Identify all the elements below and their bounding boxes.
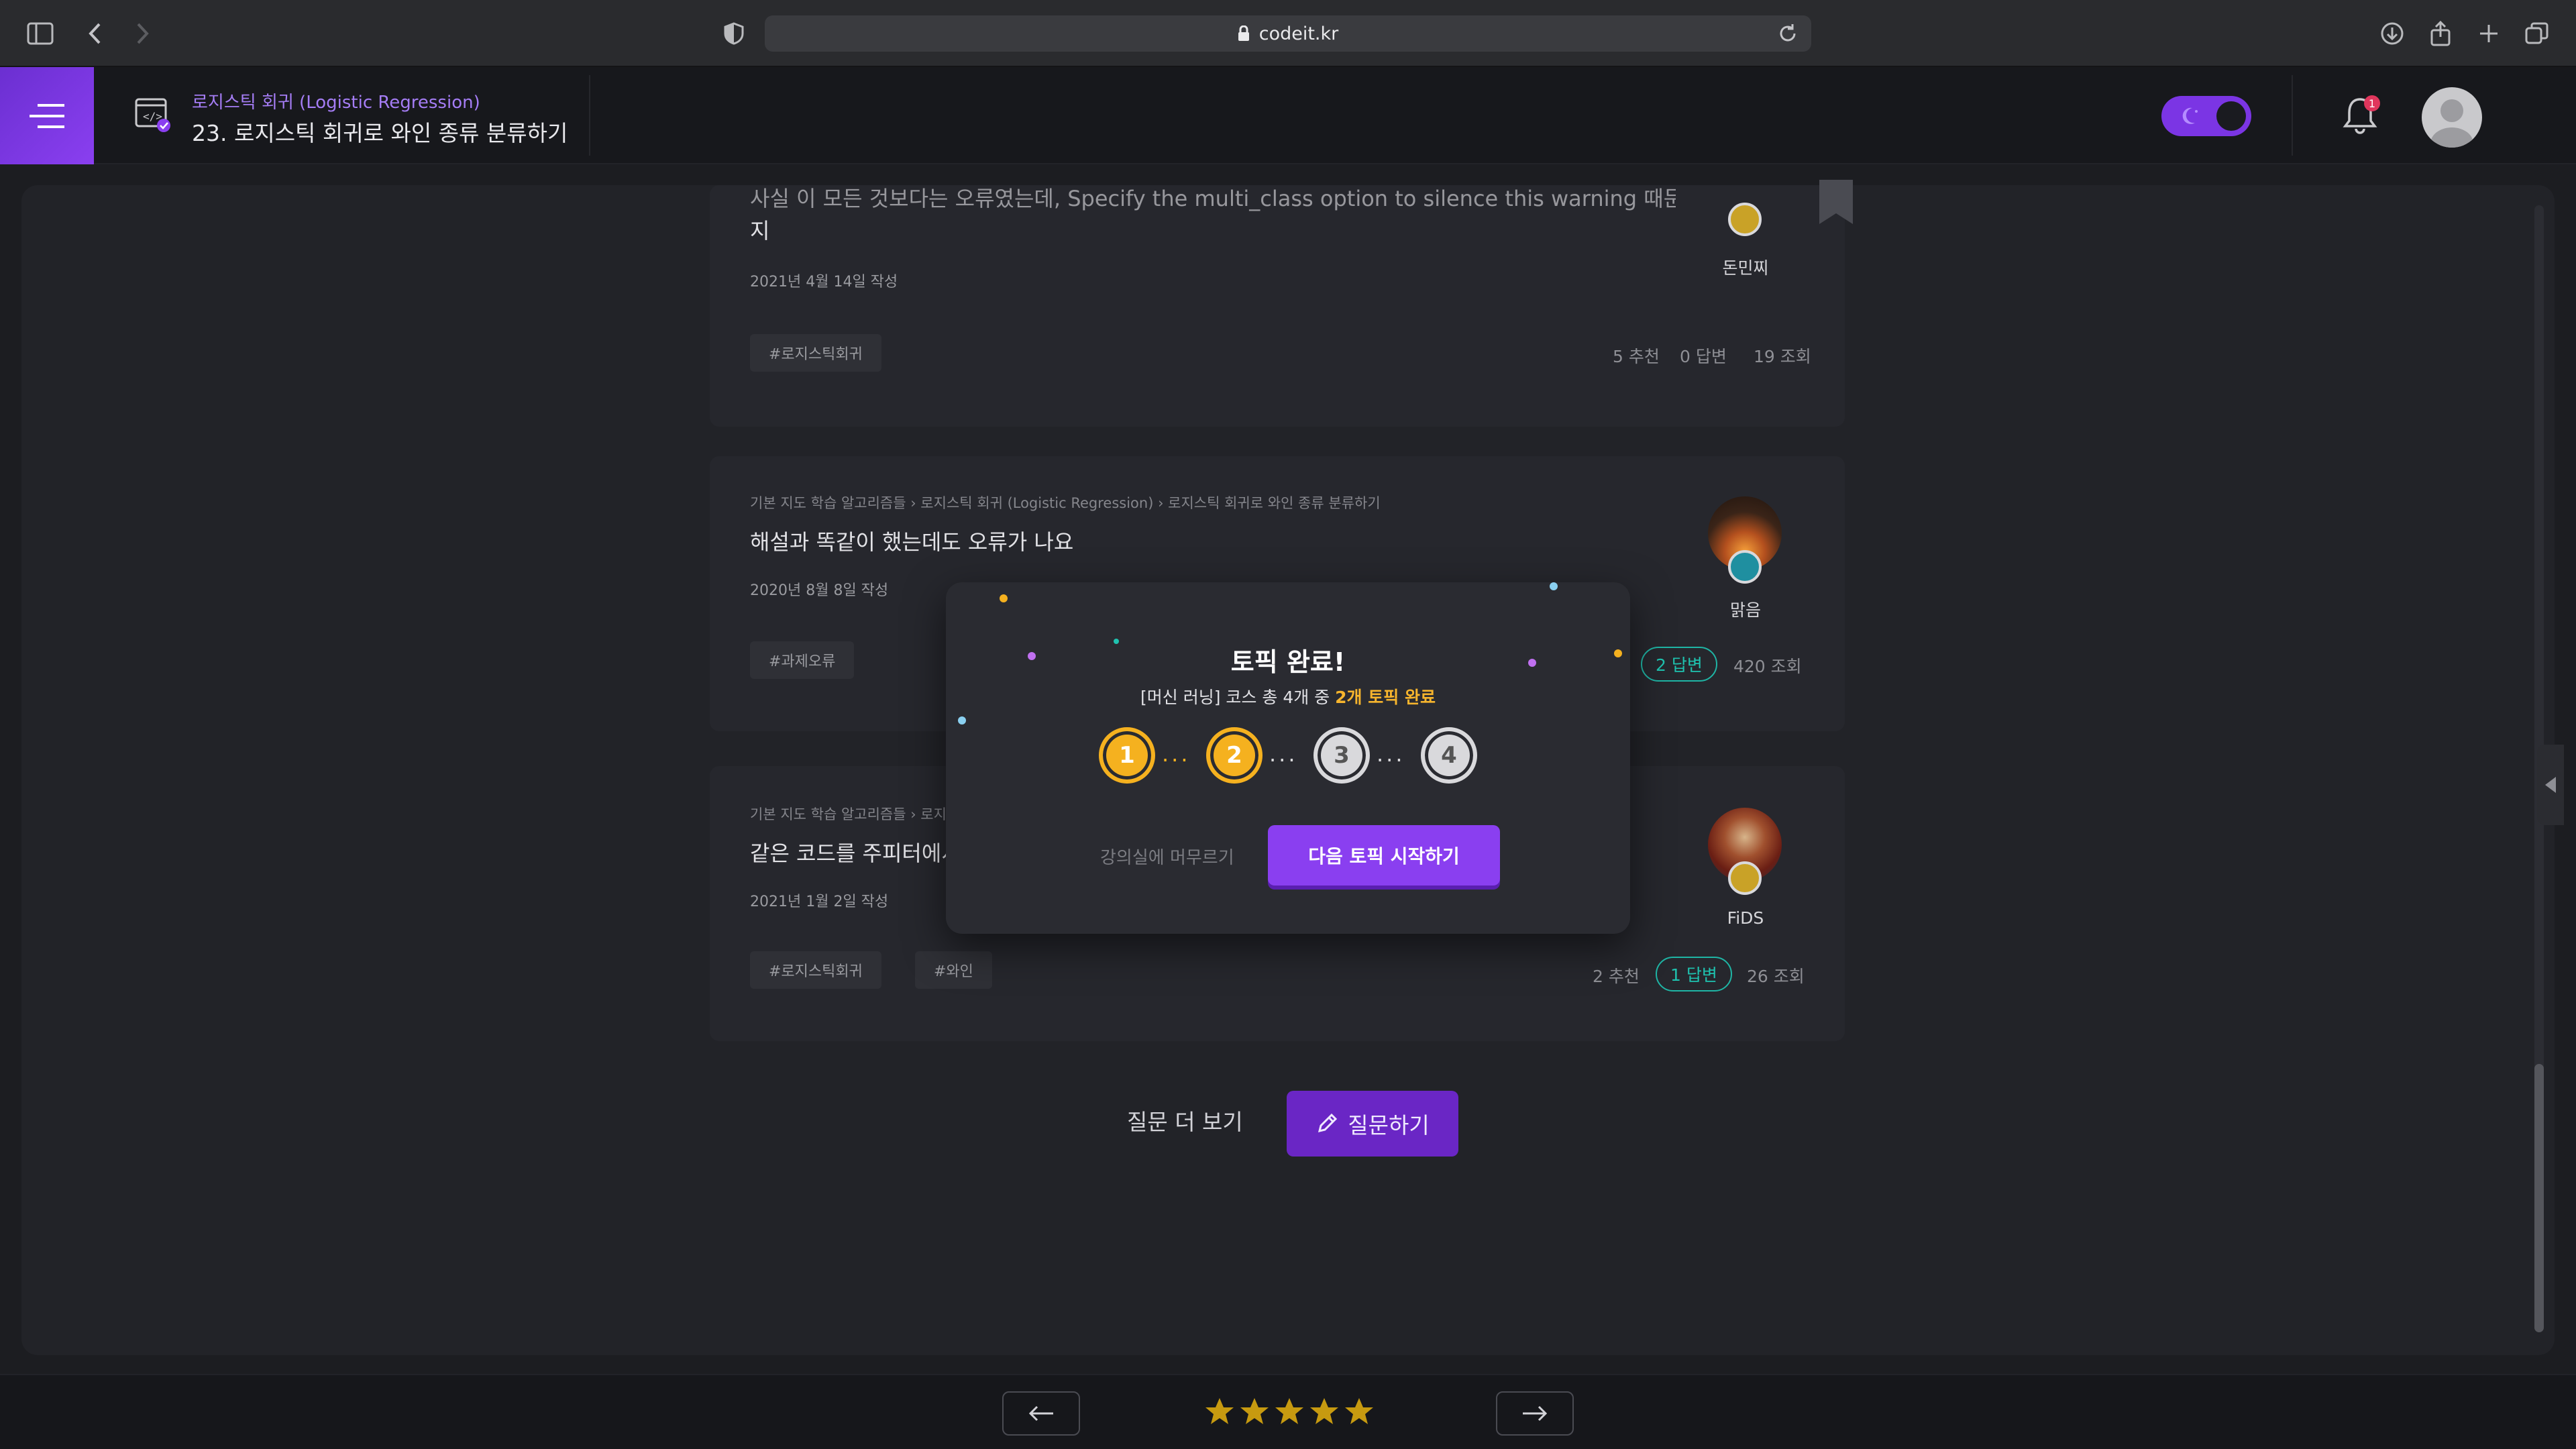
confetti: [958, 716, 966, 724]
chapter-title[interactable]: 로지스틱 회귀 (Logistic Regression): [192, 89, 480, 113]
user-icon: [2430, 99, 2473, 148]
arrow-right-icon: [1523, 1405, 1548, 1421]
progress-step: 4: [1421, 727, 1477, 784]
caret-left-icon: [2545, 777, 2556, 793]
answer-badge: 2 답변: [1641, 647, 1717, 682]
tag[interactable]: #로지스틱회귀: [750, 951, 881, 989]
view-count: 19 조회: [1754, 347, 1811, 366]
topic-complete-modal: 토픽 완료! [머신 러닝] 코스 총 4개 중 2개 토픽 완료 1 ··· 2 ·…: [946, 582, 1630, 934]
subtitle-highlight: 2개 토픽 완료: [1335, 688, 1436, 707]
download-icon[interactable]: [2379, 20, 2406, 47]
rating-stars[interactable]: [1205, 1397, 1374, 1426]
author-name[interactable]: 돈민찌: [1699, 255, 1792, 279]
dark-mode-toggle[interactable]: [2161, 96, 2251, 136]
pencil-icon: [1318, 1113, 1338, 1133]
app-header: </> 로지스틱 회귀 (Logistic Regression) 23. 로지…: [0, 67, 2576, 164]
lock-icon: [1238, 25, 1249, 41]
back-icon[interactable]: [82, 20, 109, 47]
reload-icon[interactable]: [1776, 22, 1799, 45]
new-tab-icon[interactable]: [2475, 20, 2502, 47]
divider: [2292, 75, 2293, 156]
question-title: 같은 코드를 주피터에서: [750, 841, 961, 866]
notification-badge: 1: [2364, 95, 2380, 111]
toggle-knob: [2216, 101, 2246, 131]
author-name[interactable]: FiDS: [1699, 908, 1792, 928]
more-questions-button[interactable]: 질문 더 보기: [1127, 1104, 1243, 1136]
lesson-footer: [0, 1374, 2576, 1449]
divider: [589, 75, 590, 156]
ask-question-label: 질문하기: [1348, 1112, 1430, 1138]
question-breadcrumb: 기본 지도 학습 알고리즘들 › 로지스틱 회귀 (Logistic Regre…: [750, 495, 1381, 511]
level-medal-icon: [1728, 550, 1762, 584]
question-date: 2021년 1월 2일 작성: [750, 894, 889, 910]
next-lesson-button[interactable]: [1496, 1391, 1574, 1436]
author-name[interactable]: 맑음: [1699, 597, 1792, 621]
star-icon[interactable]: [1309, 1397, 1339, 1426]
browser-toolbar: codeit.kr: [0, 0, 2576, 67]
star-icon[interactable]: [1344, 1397, 1374, 1426]
level-medal-icon: [1728, 861, 1762, 895]
tag[interactable]: #과제오류: [750, 641, 855, 679]
modal-title: 토픽 완료!: [1230, 647, 1346, 677]
step-connector: ···: [1162, 747, 1191, 773]
star-icon[interactable]: [1275, 1397, 1304, 1426]
share-icon[interactable]: [2427, 20, 2454, 47]
bookmark-icon[interactable]: [1817, 180, 1856, 227]
modal-subtitle: [머신 러닝] 코스 총 4개 중 2개 토픽 완료: [946, 684, 1630, 708]
hamburger-icon: [30, 103, 64, 128]
step-connector: ···: [1377, 747, 1405, 773]
code-lesson-icon: </>: [135, 98, 170, 132]
ask-question-button[interactable]: 질문하기: [1287, 1091, 1458, 1157]
confetti: [1000, 594, 1008, 602]
user-avatar[interactable]: [2422, 87, 2482, 148]
answer-badge: 1 답변: [1656, 957, 1732, 991]
star-icon[interactable]: [1205, 1397, 1234, 1426]
like-count: 2 추천: [1593, 967, 1640, 986]
step-connector: ···: [1269, 747, 1298, 773]
like-count: 5 추천: [1613, 347, 1660, 366]
level-medal-icon: [1728, 203, 1762, 236]
forward-icon[interactable]: [129, 20, 156, 47]
question-text: 지: [750, 218, 770, 244]
tag[interactable]: #로지스틱회귀: [750, 334, 881, 372]
menu-button[interactable]: [0, 67, 94, 164]
progress-step: 2: [1206, 727, 1263, 784]
lesson-title: 23. 로지스틱 회귀로 와인 종류 분류하기: [192, 120, 568, 146]
question-date: 2021년 4월 14일 작성: [750, 274, 898, 290]
question-text: 사실 이 모든 것보다는 오류였는데, Specify the multi_cl…: [750, 186, 1676, 211]
view-count: 420 조회: [1733, 657, 1802, 676]
confetti: [1550, 582, 1558, 590]
tag[interactable]: #와인: [915, 951, 992, 989]
question-title: 해설과 똑같이 했는데도 오류가 나요: [750, 529, 1074, 555]
start-next-topic-button[interactable]: 다음 토픽 시작하기: [1268, 825, 1500, 885]
progress-step: 3: [1313, 727, 1370, 784]
sidebar-toggle-icon[interactable]: [27, 20, 54, 47]
address-bar[interactable]: codeit.kr: [765, 15, 1811, 52]
scroll-thumb[interactable]: [2534, 1064, 2544, 1332]
star-icon[interactable]: [1240, 1397, 1269, 1426]
previous-lesson-button[interactable]: [1002, 1391, 1080, 1436]
stay-in-classroom-button[interactable]: 강의실에 머무르기: [1100, 844, 1234, 869]
subtitle-prefix: [머신 러닝] 코스 총 4개 중: [1140, 688, 1336, 707]
shield-icon[interactable]: [720, 20, 747, 47]
side-panel-toggle[interactable]: [2537, 745, 2564, 825]
arrow-left-icon: [1028, 1405, 1053, 1421]
topic-progress-steps: 1 ··· 2 ··· 3 ··· 4: [1099, 727, 1488, 788]
url-text: codeit.kr: [1258, 23, 1339, 44]
question-card[interactable]: 사실 이 모든 것보다는 오류였는데, Specify the multi_cl…: [710, 185, 1845, 427]
moon-icon: [2182, 107, 2198, 124]
view-count: 26 조회: [1747, 967, 1805, 986]
tabs-overview-icon[interactable]: [2524, 20, 2551, 47]
question-date: 2020년 8월 8일 작성: [750, 582, 889, 599]
progress-step: 1: [1099, 727, 1155, 784]
notification-button[interactable]: 1: [2341, 95, 2381, 140]
answer-count: 0 답변: [1680, 347, 1727, 366]
